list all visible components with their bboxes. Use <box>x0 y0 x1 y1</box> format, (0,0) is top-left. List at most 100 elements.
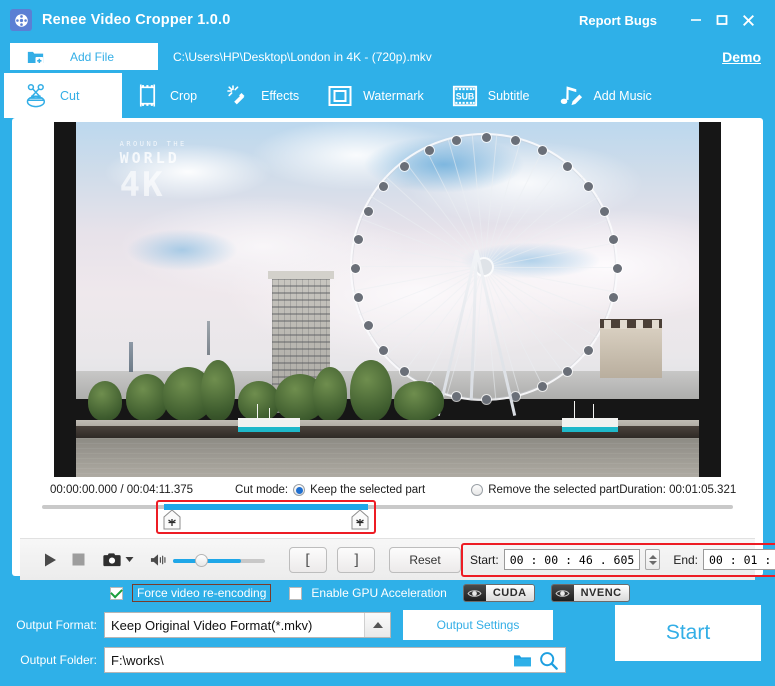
radio-remove-selected-label: Remove the selected part <box>488 484 619 496</box>
tree <box>88 381 122 421</box>
wheel-capsule <box>379 182 388 191</box>
trim-end-handle[interactable] <box>350 509 370 531</box>
music-note-pencil-icon <box>555 81 585 111</box>
file-row: Add File C:\Users\HP\Desktop\London in 4… <box>0 40 775 73</box>
close-button[interactable] <box>735 8 761 32</box>
radio-remove-selected[interactable] <box>471 484 483 496</box>
add-file-label: Add File <box>48 50 158 64</box>
tab-watermark[interactable]: Watermark <box>315 73 440 118</box>
minimize-button[interactable] <box>683 8 709 32</box>
force-reencode-label: Force video re-encoding <box>132 584 271 602</box>
cuda-badge-label: CUDA <box>486 585 534 601</box>
wheel-capsule <box>354 235 363 244</box>
start-button-label: Start <box>666 621 710 645</box>
file-path-text: C:\Users\HP\Desktop\London in 4K - (720p… <box>173 50 432 64</box>
output-format-arrow[interactable] <box>364 613 390 637</box>
mark-in-button[interactable]: [ <box>289 547 327 573</box>
search-icon <box>539 651 558 670</box>
tab-add-music-label: Add Music <box>593 89 651 103</box>
end-time-input[interactable]: 00 : 01 : 51 . 926 <box>703 549 775 570</box>
wheel-capsule <box>364 207 373 216</box>
video-preview[interactable]: AROUND THE WORLD 4K <box>54 122 721 477</box>
trim-track[interactable] <box>42 505 733 509</box>
wheel-capsule <box>354 293 363 302</box>
folder-icon <box>513 653 532 668</box>
start-time-spinner[interactable] <box>645 549 660 570</box>
caret-down-icon <box>649 561 657 565</box>
tab-cut[interactable]: Cut <box>4 73 122 118</box>
volume-button[interactable] <box>150 553 167 567</box>
cuda-badge[interactable]: CUDA <box>463 584 535 602</box>
nvenc-badge[interactable]: NVENC <box>551 584 630 602</box>
wheel-spoke <box>484 267 618 268</box>
wheel-capsule <box>563 162 572 171</box>
radio-keep-selected[interactable] <box>293 484 305 496</box>
tab-bar: Cut Crop <box>0 73 775 118</box>
wheel-capsule <box>538 146 547 155</box>
nvidia-eye-icon <box>552 585 574 601</box>
mark-out-button[interactable]: ] <box>337 547 375 573</box>
snapshot-dropdown-button[interactable] <box>125 556 134 563</box>
open-folder-search-button[interactable] <box>535 651 561 670</box>
mark-in-label: [ <box>305 551 311 569</box>
trim-selection-fill <box>164 504 368 510</box>
add-file-button[interactable]: Add File <box>10 43 158 70</box>
volume-knob[interactable] <box>195 554 208 567</box>
maximize-button[interactable] <box>709 8 735 32</box>
start-end-time-group: Start: 00 : 00 : 46 . 605 End: 00 : 01 :… <box>461 543 775 577</box>
trim-slider-row[interactable] <box>16 500 759 536</box>
tab-effects[interactable]: Effects <box>213 73 315 118</box>
play-button[interactable] <box>42 552 58 568</box>
video-frame-image: AROUND THE WORLD 4K <box>76 122 699 477</box>
boat-teal-stripe <box>238 427 300 432</box>
sub-filmstrip-icon: SUB <box>450 81 480 111</box>
stop-button[interactable] <box>72 553 85 566</box>
output-folder-input[interactable]: F:\works\ <box>104 647 566 673</box>
tab-cut-label: Cut <box>60 89 79 103</box>
wheel-capsule <box>482 133 491 142</box>
boat <box>562 418 618 427</box>
wheel-capsule <box>584 182 593 191</box>
wheel-capsule <box>584 346 593 355</box>
film-frame-icon <box>132 81 162 111</box>
report-bugs-link[interactable]: Report Bugs <box>579 13 657 28</box>
boat-mast <box>593 404 594 419</box>
app-logo-icon <box>10 9 32 31</box>
mark-out-label: ] <box>353 551 359 569</box>
gpu-acceleration-checkbox[interactable] <box>289 587 302 600</box>
tab-subtitle[interactable]: SUB Subtitle <box>440 73 546 118</box>
boat-mast <box>257 404 258 420</box>
caret-up-icon <box>649 555 657 559</box>
trim-start-handle[interactable] <box>162 509 182 531</box>
force-reencode-checkbox[interactable] <box>110 587 123 600</box>
london-eye-wheel <box>350 133 618 401</box>
tab-crop-label: Crop <box>170 89 197 103</box>
tab-add-music[interactable]: Add Music <box>545 73 667 118</box>
volume-slider[interactable] <box>173 552 265 568</box>
demo-link[interactable]: Demo <box>722 49 761 65</box>
wheel-capsule <box>425 146 434 155</box>
add-file-icon <box>22 49 48 65</box>
video-watermark: AROUND THE WORLD 4K <box>120 140 187 201</box>
boat-mast <box>269 408 270 421</box>
wheel-spokes <box>352 135 616 399</box>
minimize-icon <box>689 13 703 27</box>
output-folder-label: Output Folder: <box>12 653 104 667</box>
tab-watermark-label: Watermark <box>363 89 424 103</box>
reset-button[interactable]: Reset <box>389 547 461 573</box>
wheel-capsule <box>613 264 622 273</box>
output-format-label: Output Format: <box>12 618 104 632</box>
output-format-select[interactable]: Keep Original Video Format(*.mkv) <box>104 612 391 638</box>
start-button[interactable]: Start <box>615 605 761 661</box>
boat-mast <box>574 401 575 419</box>
output-settings-button[interactable]: Output Settings <box>403 610 553 640</box>
wheel-spoke <box>350 266 484 267</box>
playback-control-bar: [ ] Reset Start: 00 : 00 : 46 . 605 End:… <box>20 538 755 580</box>
tab-crop[interactable]: Crop <box>122 73 213 118</box>
browse-folder-button[interactable] <box>509 653 535 668</box>
reset-label: Reset <box>409 553 440 567</box>
snapshot-button[interactable] <box>103 552 121 567</box>
info-row: 00:00:00.000 / 00:04:11.375 Cut mode: Ke… <box>16 481 759 499</box>
start-time-input[interactable]: 00 : 00 : 46 . 605 <box>504 549 641 570</box>
main-panel: AROUND THE WORLD 4K <box>12 118 763 576</box>
